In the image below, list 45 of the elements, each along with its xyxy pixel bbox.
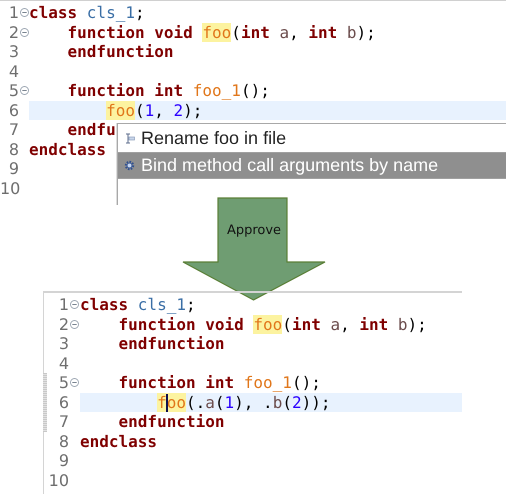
line-number: 8 <box>8 140 19 159</box>
rename-icon <box>124 133 135 144</box>
line-number: 7 <box>8 120 19 140</box>
line-number: 6 <box>8 100 19 120</box>
code-line: foo(1, 2); <box>105 100 202 120</box>
line-number: 1 <box>58 295 69 314</box>
line-number: 10 <box>0 178 19 198</box>
code-line: function void foo(int a, int b); <box>118 314 427 334</box>
text-caret <box>166 394 168 412</box>
fold-icon[interactable] <box>20 28 29 37</box>
menu-item[interactable]: Rename foo in file <box>118 125 506 152</box>
line-number: 9 <box>8 159 19 178</box>
line-number: 3 <box>8 42 19 62</box>
fold-icon[interactable] <box>70 300 79 310</box>
line-number: 9 <box>58 451 69 470</box>
line-number: 7 <box>58 412 69 432</box>
line-number: 3 <box>58 334 69 354</box>
line-number: 4 <box>58 354 69 373</box>
code-line: function int foo_1(); <box>66 81 270 100</box>
code-line: endclass <box>80 432 158 451</box>
line-number: 8 <box>58 432 69 451</box>
line-number: 5 <box>58 373 69 392</box>
line-number: 6 <box>58 392 69 412</box>
code-line: foo(.a(1), .b(2)); <box>156 392 331 412</box>
code-line: endclass <box>29 140 106 159</box>
arrow-label: Approve <box>226 222 282 240</box>
line-number: 2 <box>58 314 69 334</box>
code-line: endfunction <box>118 412 224 432</box>
line-number: 2 <box>8 22 19 42</box>
code-line: endfunction <box>66 42 174 62</box>
code-line: endfu <box>66 120 116 140</box>
code-line: endfunction <box>118 334 224 354</box>
gear-icon <box>124 160 135 171</box>
line-number: 5 <box>8 81 19 100</box>
fold-icon[interactable] <box>20 8 29 18</box>
code-line: function void foo(int a, int b); <box>66 22 376 42</box>
line-number: 4 <box>8 62 19 81</box>
code-line: class cls_1; <box>29 3 145 22</box>
fold-icon[interactable] <box>70 320 79 329</box>
fold-icon[interactable] <box>70 378 79 388</box>
code-line: class cls_1; <box>80 295 196 314</box>
fold-icon[interactable] <box>20 86 29 96</box>
line-number: 1 <box>8 3 19 22</box>
code-line: function int foo_1(); <box>118 373 321 392</box>
line-number: 10 <box>48 470 69 490</box>
